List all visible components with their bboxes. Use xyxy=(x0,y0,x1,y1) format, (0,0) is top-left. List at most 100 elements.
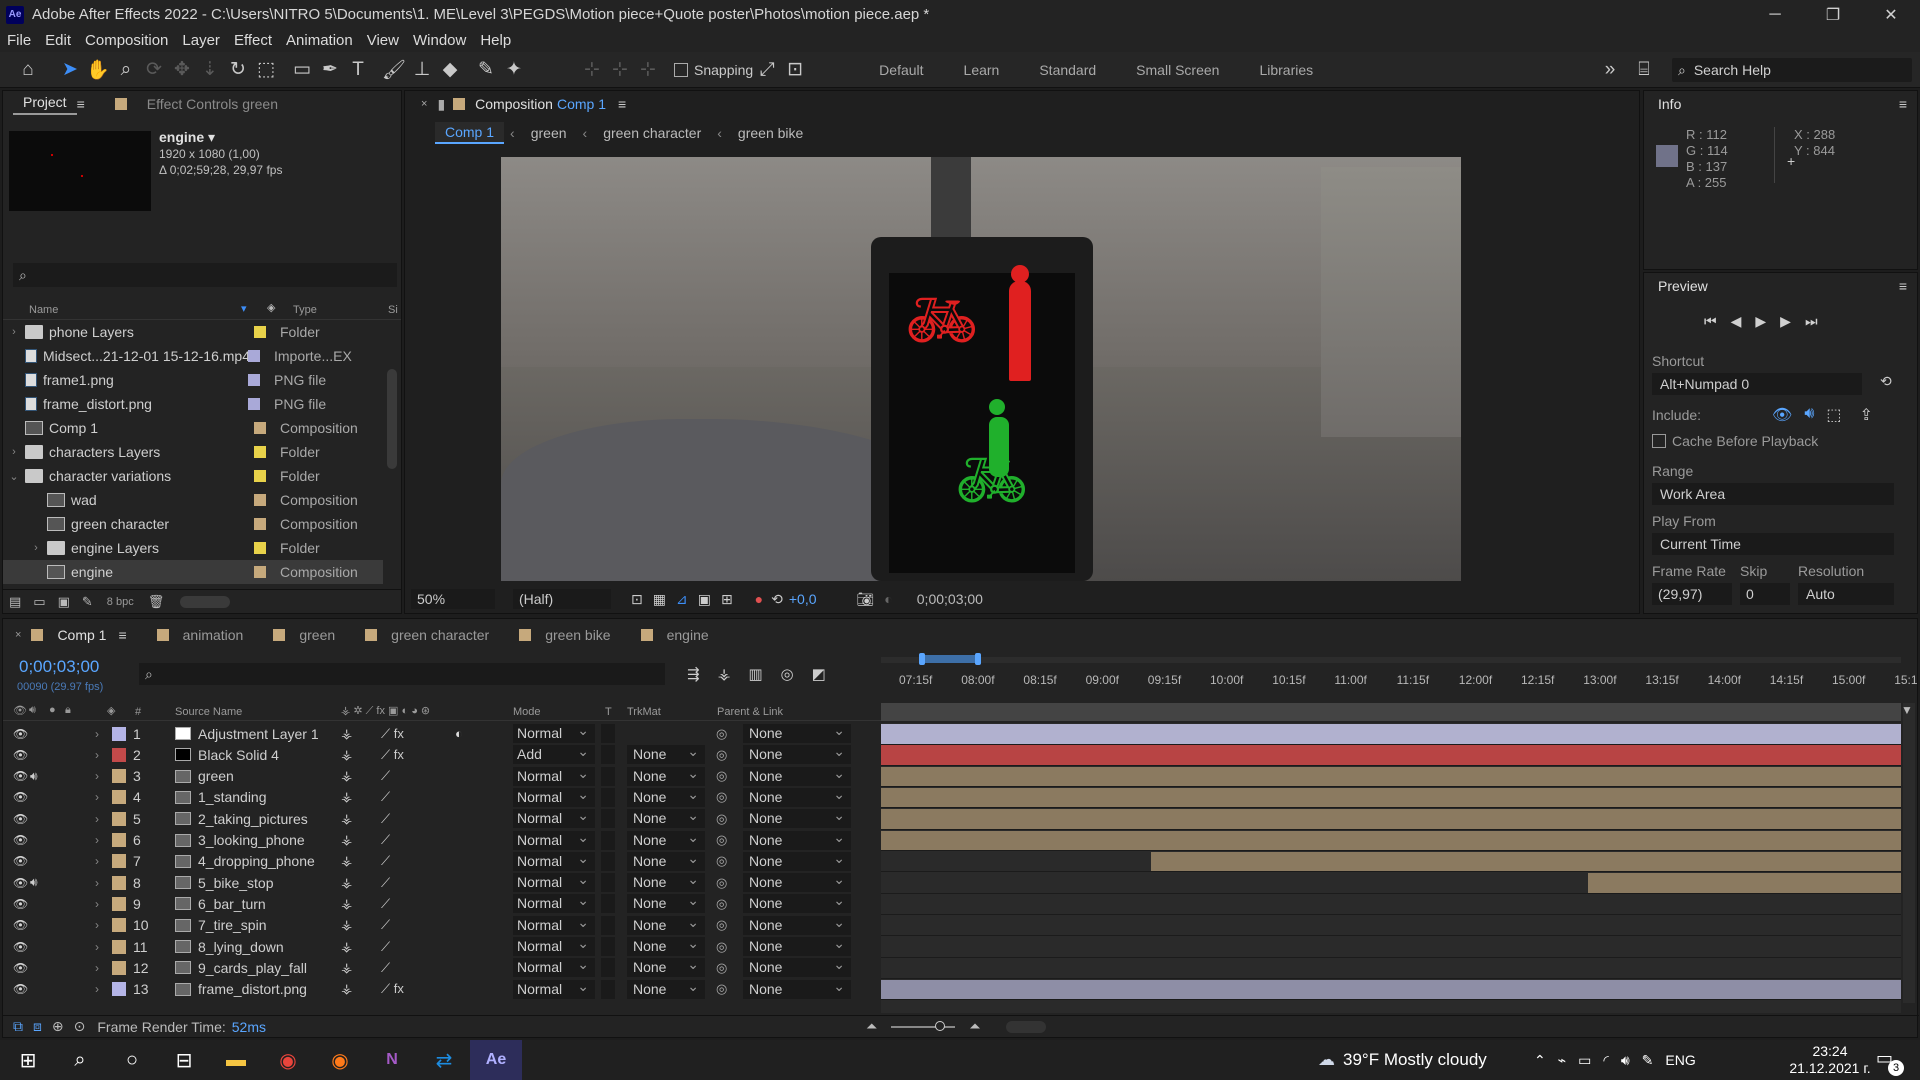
zoom-tool-icon[interactable]: ⌕ xyxy=(112,56,140,84)
quality-switch-icon[interactable]: ⟋ fx xyxy=(381,981,404,997)
av-solo-icon[interactable]: ● xyxy=(49,704,56,716)
skip-select[interactable]: 0 xyxy=(1740,583,1790,605)
project-item[interactable]: wad Composition xyxy=(3,488,383,512)
track-matte-select[interactable]: None xyxy=(627,849,705,871)
timeline-tab[interactable]: green bike xyxy=(519,627,611,643)
track-matte-select[interactable]: None xyxy=(627,870,705,893)
file-explorer-icon[interactable]: ▬ xyxy=(210,1040,262,1080)
range-select[interactable]: Work Area xyxy=(1652,483,1894,505)
track-matte-select[interactable]: None xyxy=(627,934,705,956)
roto-brush-icon[interactable]: ✎ xyxy=(472,56,500,84)
layer-switches-icon[interactable]: ⧉ xyxy=(13,1018,23,1035)
menu-window[interactable]: Window xyxy=(406,32,473,49)
preserve-transparency-checkbox[interactable] xyxy=(601,915,615,935)
shy-switch-icon[interactable]: ⚶ xyxy=(341,832,352,848)
expand-chevron-icon[interactable]: › xyxy=(95,982,99,996)
shortcut-select[interactable]: Alt+Numpad 0 xyxy=(1652,373,1862,395)
timeline-menu-icon[interactable]: ≡ xyxy=(118,627,126,643)
column-source-name[interactable]: Source Name xyxy=(175,706,242,718)
visibility-eye-icon[interactable]: 👁︎ xyxy=(13,982,28,996)
graph-editor-icon[interactable]: ◩ xyxy=(812,665,826,683)
workspace-small-screen[interactable]: Small Screen xyxy=(1116,62,1239,78)
timeline-search-input[interactable]: ⌕ xyxy=(139,663,665,685)
layer-row[interactable]: 👁︎ › 6 3_looking_phone ⚶ ⟋ Normal None ◎ None xyxy=(3,828,883,851)
delete-icon[interactable]: 🗑 xyxy=(148,594,165,610)
parent-select[interactable]: None xyxy=(743,849,851,871)
layer-row[interactable]: 👁︎ › 12 9_cards_play_fall ⚶ ⟋ Normal None ◎ None xyxy=(3,955,883,978)
snap-grid-icon[interactable]: ⊡ xyxy=(781,56,809,84)
eraser-tool-icon[interactable]: ◆ xyxy=(436,56,464,84)
current-time-display[interactable]: 0;00;03;00 xyxy=(917,591,983,607)
sort-chevron-icon[interactable]: ▾ xyxy=(241,302,247,315)
time-ruler[interactable]: 07:15f 08:00f 08:15f 09:00f 09:15f 10:00f 10:1… xyxy=(881,653,1918,703)
visibility-eye-icon[interactable]: 👁︎ xyxy=(13,876,28,890)
clock[interactable]: 23:24 21.12.2021 г. xyxy=(1780,1043,1880,1077)
expand-chevron-icon[interactable]: › xyxy=(95,897,99,911)
parent-select[interactable]: None xyxy=(743,764,851,786)
quality-switch-icon[interactable]: ⟋ xyxy=(381,960,390,976)
column-name[interactable]: Name xyxy=(29,304,58,316)
workspace-standard[interactable]: Standard xyxy=(1019,62,1116,78)
prev-frame-icon[interactable]: ◀︎ xyxy=(1731,313,1742,330)
parent-select[interactable]: None xyxy=(743,913,851,935)
menu-file[interactable]: File xyxy=(0,32,38,49)
search-icon[interactable]: ⌕ xyxy=(54,1040,106,1080)
label-swatch[interactable] xyxy=(112,960,126,975)
label-swatch[interactable] xyxy=(248,374,260,386)
label-swatch[interactable] xyxy=(254,518,266,530)
quality-switch-icon[interactable]: ⟋ xyxy=(381,896,390,912)
label-swatch[interactable] xyxy=(112,747,126,762)
puppet-tool-icon[interactable]: ✦ xyxy=(500,56,528,84)
workspace-menu-icon[interactable]: ⌸ xyxy=(1630,56,1658,84)
visibility-eye-icon[interactable]: 👁︎ xyxy=(13,940,28,954)
quality-switch-icon[interactable]: ⟋ xyxy=(381,853,390,869)
layer-duration-bar[interactable] xyxy=(1587,873,1901,894)
blend-mode-select[interactable]: Normal xyxy=(513,723,595,743)
rotate-tool-icon[interactable]: ↻ xyxy=(224,56,252,84)
snapshot-icon[interactable]: 📷︎ xyxy=(857,591,875,608)
quality-switch-icon[interactable]: ⟋ xyxy=(381,917,390,933)
preserve-transparency-checkbox[interactable] xyxy=(601,830,615,850)
new-comp-icon[interactable]: ▣ xyxy=(58,594,70,610)
shy-switch-icon[interactable]: ⚶ xyxy=(341,747,352,763)
comp-menu-icon[interactable]: ≡ xyxy=(618,96,626,112)
label-swatch[interactable] xyxy=(254,494,266,506)
brush-tool-icon[interactable]: 🖌 xyxy=(380,56,408,84)
blend-mode-select[interactable]: Add xyxy=(513,742,595,765)
expand-chevron-icon[interactable]: › xyxy=(95,854,99,868)
visibility-eye-icon[interactable]: 👁︎ xyxy=(13,854,28,868)
audio-speaker-icon[interactable]: 🔊︎ xyxy=(30,769,38,784)
teamviewer-icon[interactable]: ⇄ xyxy=(418,1040,470,1080)
orbit-tool-icon[interactable]: ⟳ xyxy=(140,56,168,84)
cortana-icon[interactable]: ○ xyxy=(106,1040,158,1080)
onenote-icon[interactable]: N xyxy=(366,1040,418,1080)
layer-duration-bar[interactable] xyxy=(881,830,1901,851)
selection-tool-icon[interactable]: ➤ xyxy=(56,56,84,84)
layer-row[interactable]: 👁︎ › 2 Black Solid 4 ⚶ ⟋ fx Add None ◎ None xyxy=(3,742,883,765)
language-indicator[interactable]: ENG xyxy=(1665,1052,1695,1068)
track-matte-select[interactable]: None xyxy=(627,785,705,807)
close-button[interactable]: ✕ xyxy=(1862,0,1920,29)
pen-tool-icon[interactable]: ✒ xyxy=(316,56,344,84)
transparency-grid-icon[interactable]: ▦ xyxy=(653,591,666,608)
rectangle-tool-icon[interactable]: ▭ xyxy=(288,56,316,84)
track-matte-select[interactable]: None xyxy=(627,913,705,935)
work-area-start-handle[interactable] xyxy=(919,653,925,665)
timeline-tab[interactable]: × Comp 1 ≡ xyxy=(15,627,127,643)
breadcrumb-item[interactable]: Comp 1 xyxy=(435,122,505,144)
region-of-interest-icon[interactable]: ▣ xyxy=(698,591,711,608)
preserve-transparency-checkbox[interactable] xyxy=(601,873,615,893)
quality-switch-icon[interactable]: ⟋ xyxy=(381,768,390,784)
comp-flowchart-icon[interactable]: ⇶ xyxy=(687,665,700,683)
pick-whip-icon[interactable]: ◎ xyxy=(716,896,727,912)
label-swatch[interactable] xyxy=(248,350,260,362)
scroll-up-icon[interactable]: ▼ xyxy=(1901,703,1913,717)
blend-mode-select[interactable]: Normal xyxy=(513,955,595,978)
project-item[interactable]: frame1.png PNG file xyxy=(3,368,383,392)
parent-select[interactable]: None xyxy=(743,934,851,956)
zoom-in-icon[interactable]: ⏶ xyxy=(969,1018,980,1035)
switches-icons[interactable]: ⚶ ✲ ⟋ fx ▣ ◐ ◕ ⊛ xyxy=(341,704,430,718)
label-swatch[interactable] xyxy=(112,726,126,741)
new-folder-icon[interactable]: ▭ xyxy=(33,594,45,610)
visibility-eye-icon[interactable]: 👁︎ xyxy=(13,897,28,911)
